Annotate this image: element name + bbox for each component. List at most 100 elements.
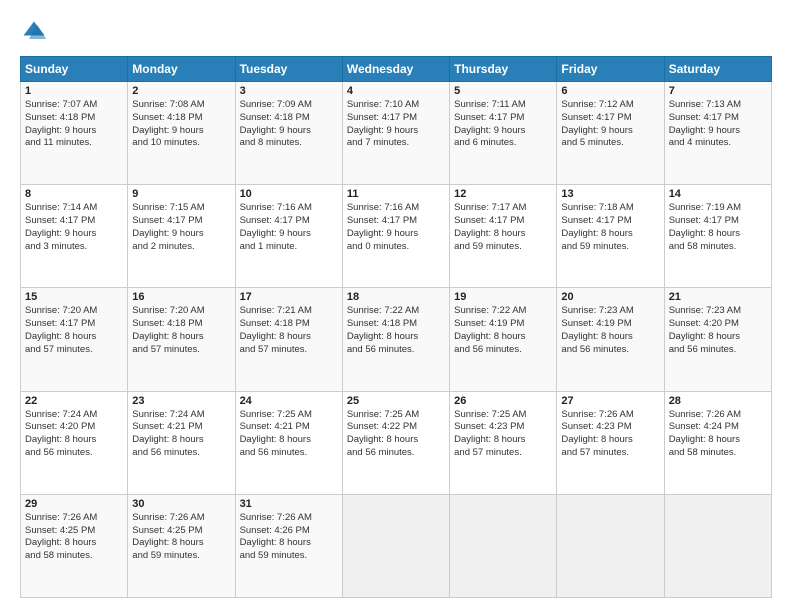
day-number: 16 — [132, 291, 230, 303]
day-number: 12 — [454, 188, 552, 200]
day-number: 30 — [132, 498, 230, 510]
day-info-line: Daylight: 8 hours — [454, 331, 552, 344]
calendar-cell: 1Sunrise: 7:07 AMSunset: 4:18 PMDaylight… — [21, 82, 128, 185]
day-number: 26 — [454, 395, 552, 407]
day-header-sunday: Sunday — [21, 57, 128, 82]
day-info-line: Daylight: 8 hours — [25, 331, 123, 344]
day-info-line: Daylight: 8 hours — [132, 331, 230, 344]
calendar-cell: 23Sunrise: 7:24 AMSunset: 4:21 PMDayligh… — [128, 391, 235, 494]
day-number: 6 — [561, 85, 659, 97]
day-info-line: Sunset: 4:17 PM — [347, 112, 445, 125]
day-info-line: Daylight: 8 hours — [669, 331, 767, 344]
day-info-line: and 56 minutes. — [347, 344, 445, 357]
day-info-line: and 57 minutes. — [454, 447, 552, 460]
day-number: 24 — [240, 395, 338, 407]
day-info-line: and 4 minutes. — [669, 137, 767, 150]
day-info-line: Sunrise: 7:07 AM — [25, 99, 123, 112]
day-info-line: Sunset: 4:17 PM — [25, 215, 123, 228]
day-info-line: Daylight: 9 hours — [454, 125, 552, 138]
calendar-cell: 2 Sunrise: 7:08 AMSunset: 4:18 PMDaylight… — [128, 82, 235, 185]
day-info-line: Daylight: 8 hours — [561, 434, 659, 447]
day-info-line: Sunrise: 7:20 AM — [25, 305, 123, 318]
day-info-line: Daylight: 8 hours — [669, 434, 767, 447]
day-info-line: Sunset: 4:19 PM — [561, 318, 659, 331]
header-row: SundayMondayTuesdayWednesdayThursdayFrid… — [21, 57, 772, 82]
day-info-line: Sunset: 4:21 PM — [132, 421, 230, 434]
day-info-line: and 58 minutes. — [669, 447, 767, 460]
day-info-line: and 8 minutes. — [240, 137, 338, 150]
day-info-line: Daylight: 8 hours — [669, 228, 767, 241]
day-info-line: Sunset: 4:23 PM — [454, 421, 552, 434]
day-number: 13 — [561, 188, 659, 200]
calendar-cell: 28Sunrise: 7:26 AMSunset: 4:24 PMDayligh… — [664, 391, 771, 494]
day-info-line: Sunset: 4:21 PM — [240, 421, 338, 434]
day-info-line: and 58 minutes. — [25, 550, 123, 563]
day-info-line: and 59 minutes. — [240, 550, 338, 563]
day-info-line: Daylight: 8 hours — [132, 434, 230, 447]
day-header-monday: Monday — [128, 57, 235, 82]
day-info-line: and 3 minutes. — [25, 241, 123, 254]
day-info-line: Daylight: 9 hours — [25, 228, 123, 241]
day-info-line: Sunrise: 7:22 AM — [347, 305, 445, 318]
day-info-line: and 1 minute. — [240, 241, 338, 254]
calendar-cell — [557, 494, 664, 597]
day-info-line: Sunrise: 7:25 AM — [347, 409, 445, 422]
day-info-line: and 56 minutes. — [561, 344, 659, 357]
day-number: 19 — [454, 291, 552, 303]
day-info-line: Daylight: 9 hours — [25, 125, 123, 138]
day-info-line: Daylight: 8 hours — [561, 331, 659, 344]
calendar-week-5: 29Sunrise: 7:26 AMSunset: 4:25 PMDayligh… — [21, 494, 772, 597]
day-info-line: Sunset: 4:20 PM — [25, 421, 123, 434]
day-number: 4 — [347, 85, 445, 97]
calendar-week-3: 15Sunrise: 7:20 AMSunset: 4:17 PMDayligh… — [21, 288, 772, 391]
day-info-line: and 57 minutes. — [561, 447, 659, 460]
day-info-line: Sunrise: 7:08 AM — [132, 99, 230, 112]
day-info-line: and 57 minutes. — [240, 344, 338, 357]
day-info-line: Daylight: 8 hours — [347, 331, 445, 344]
day-header-wednesday: Wednesday — [342, 57, 449, 82]
day-info-line: Daylight: 9 hours — [132, 125, 230, 138]
calendar-cell: 19Sunrise: 7:22 AMSunset: 4:19 PMDayligh… — [450, 288, 557, 391]
day-info-line: and 57 minutes. — [25, 344, 123, 357]
day-info-line: Sunrise: 7:20 AM — [132, 305, 230, 318]
day-info-line: Sunset: 4:26 PM — [240, 525, 338, 538]
day-info-line: Sunrise: 7:23 AM — [561, 305, 659, 318]
day-header-thursday: Thursday — [450, 57, 557, 82]
calendar-cell: 29Sunrise: 7:26 AMSunset: 4:25 PMDayligh… — [21, 494, 128, 597]
day-number: 15 — [25, 291, 123, 303]
day-info-line: Sunset: 4:25 PM — [25, 525, 123, 538]
calendar-cell: 21Sunrise: 7:23 AMSunset: 4:20 PMDayligh… — [664, 288, 771, 391]
calendar-cell: 5Sunrise: 7:11 AMSunset: 4:17 PMDaylight… — [450, 82, 557, 185]
day-info-line: Sunrise: 7:14 AM — [25, 202, 123, 215]
calendar-cell: 7Sunrise: 7:13 AMSunset: 4:17 PMDaylight… — [664, 82, 771, 185]
day-info-line: Sunset: 4:17 PM — [454, 112, 552, 125]
day-number: 21 — [669, 291, 767, 303]
day-info-line: and 59 minutes. — [454, 241, 552, 254]
day-info-line: Daylight: 9 hours — [347, 228, 445, 241]
day-info-line: Sunset: 4:19 PM — [454, 318, 552, 331]
day-info-line: Sunrise: 7:24 AM — [25, 409, 123, 422]
day-number: 25 — [347, 395, 445, 407]
calendar-cell: 8Sunrise: 7:14 AMSunset: 4:17 PMDaylight… — [21, 185, 128, 288]
day-info-line: Sunset: 4:17 PM — [132, 215, 230, 228]
day-info-line: Sunset: 4:17 PM — [347, 215, 445, 228]
day-info-line: and 56 minutes. — [132, 447, 230, 460]
calendar-week-2: 8Sunrise: 7:14 AMSunset: 4:17 PMDaylight… — [21, 185, 772, 288]
calendar-week-1: 1Sunrise: 7:07 AMSunset: 4:18 PMDaylight… — [21, 82, 772, 185]
day-info-line: Sunset: 4:18 PM — [132, 318, 230, 331]
day-info-line: Sunrise: 7:25 AM — [454, 409, 552, 422]
day-info-line: and 2 minutes. — [132, 241, 230, 254]
day-info-line: Sunset: 4:18 PM — [132, 112, 230, 125]
header — [20, 18, 772, 46]
day-info-line: and 11 minutes. — [25, 137, 123, 150]
day-info-line: Sunset: 4:17 PM — [561, 215, 659, 228]
day-number: 2 — [132, 85, 230, 97]
day-info-line: and 56 minutes. — [669, 344, 767, 357]
day-number: 20 — [561, 291, 659, 303]
day-number: 7 — [669, 85, 767, 97]
calendar-week-4: 22Sunrise: 7:24 AMSunset: 4:20 PMDayligh… — [21, 391, 772, 494]
day-info-line: Daylight: 9 hours — [669, 125, 767, 138]
logo — [20, 18, 52, 46]
calendar-table: SundayMondayTuesdayWednesdayThursdayFrid… — [20, 56, 772, 598]
day-info-line: Daylight: 9 hours — [240, 125, 338, 138]
